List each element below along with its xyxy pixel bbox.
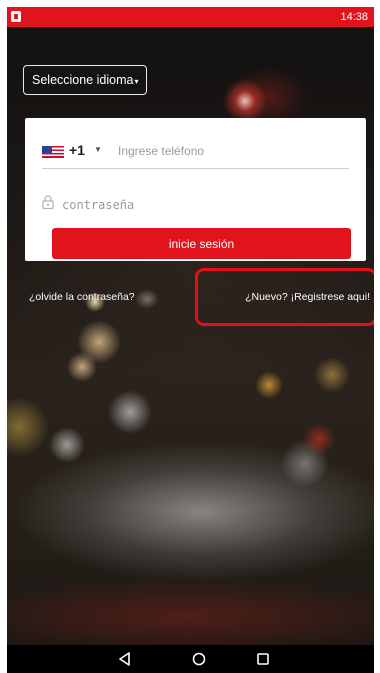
app-notification-icon (11, 11, 21, 22)
forgot-password-link[interactable]: ¿olvide la contraseña? (29, 291, 135, 303)
language-select-label: Seleccione idioma (32, 73, 134, 87)
blurred-night-city-background (7, 7, 374, 673)
status-bar: 14:38 (7, 7, 374, 27)
chevron-down-icon[interactable]: ▼ (94, 145, 102, 154)
phone-field-underline (42, 168, 349, 169)
us-flag-icon[interactable] (42, 146, 64, 158)
password-input[interactable] (62, 197, 342, 213)
login-button[interactable]: inicie sesión (52, 228, 351, 259)
dropdown-caret-icon: ▾ (134, 77, 139, 86)
register-link[interactable]: ¿Nuevo? ¡Registrese aqui! (245, 291, 370, 303)
phone-input[interactable] (118, 142, 348, 160)
recents-square-icon[interactable] (253, 649, 273, 669)
country-dial-code[interactable]: +1 (69, 142, 85, 158)
status-time: 14:38 (340, 11, 368, 23)
language-select-button[interactable]: Seleccione idioma▾ (23, 65, 147, 95)
back-triangle-icon[interactable] (115, 649, 135, 669)
home-circle-icon[interactable] (189, 649, 209, 669)
android-nav-bar (7, 645, 374, 673)
login-card: +1 ▼ inicie sesión (25, 118, 366, 261)
lock-icon (42, 195, 54, 209)
login-screen: 14:38 Seleccione idioma▾ +1 ▼ inicie ses… (7, 7, 374, 673)
